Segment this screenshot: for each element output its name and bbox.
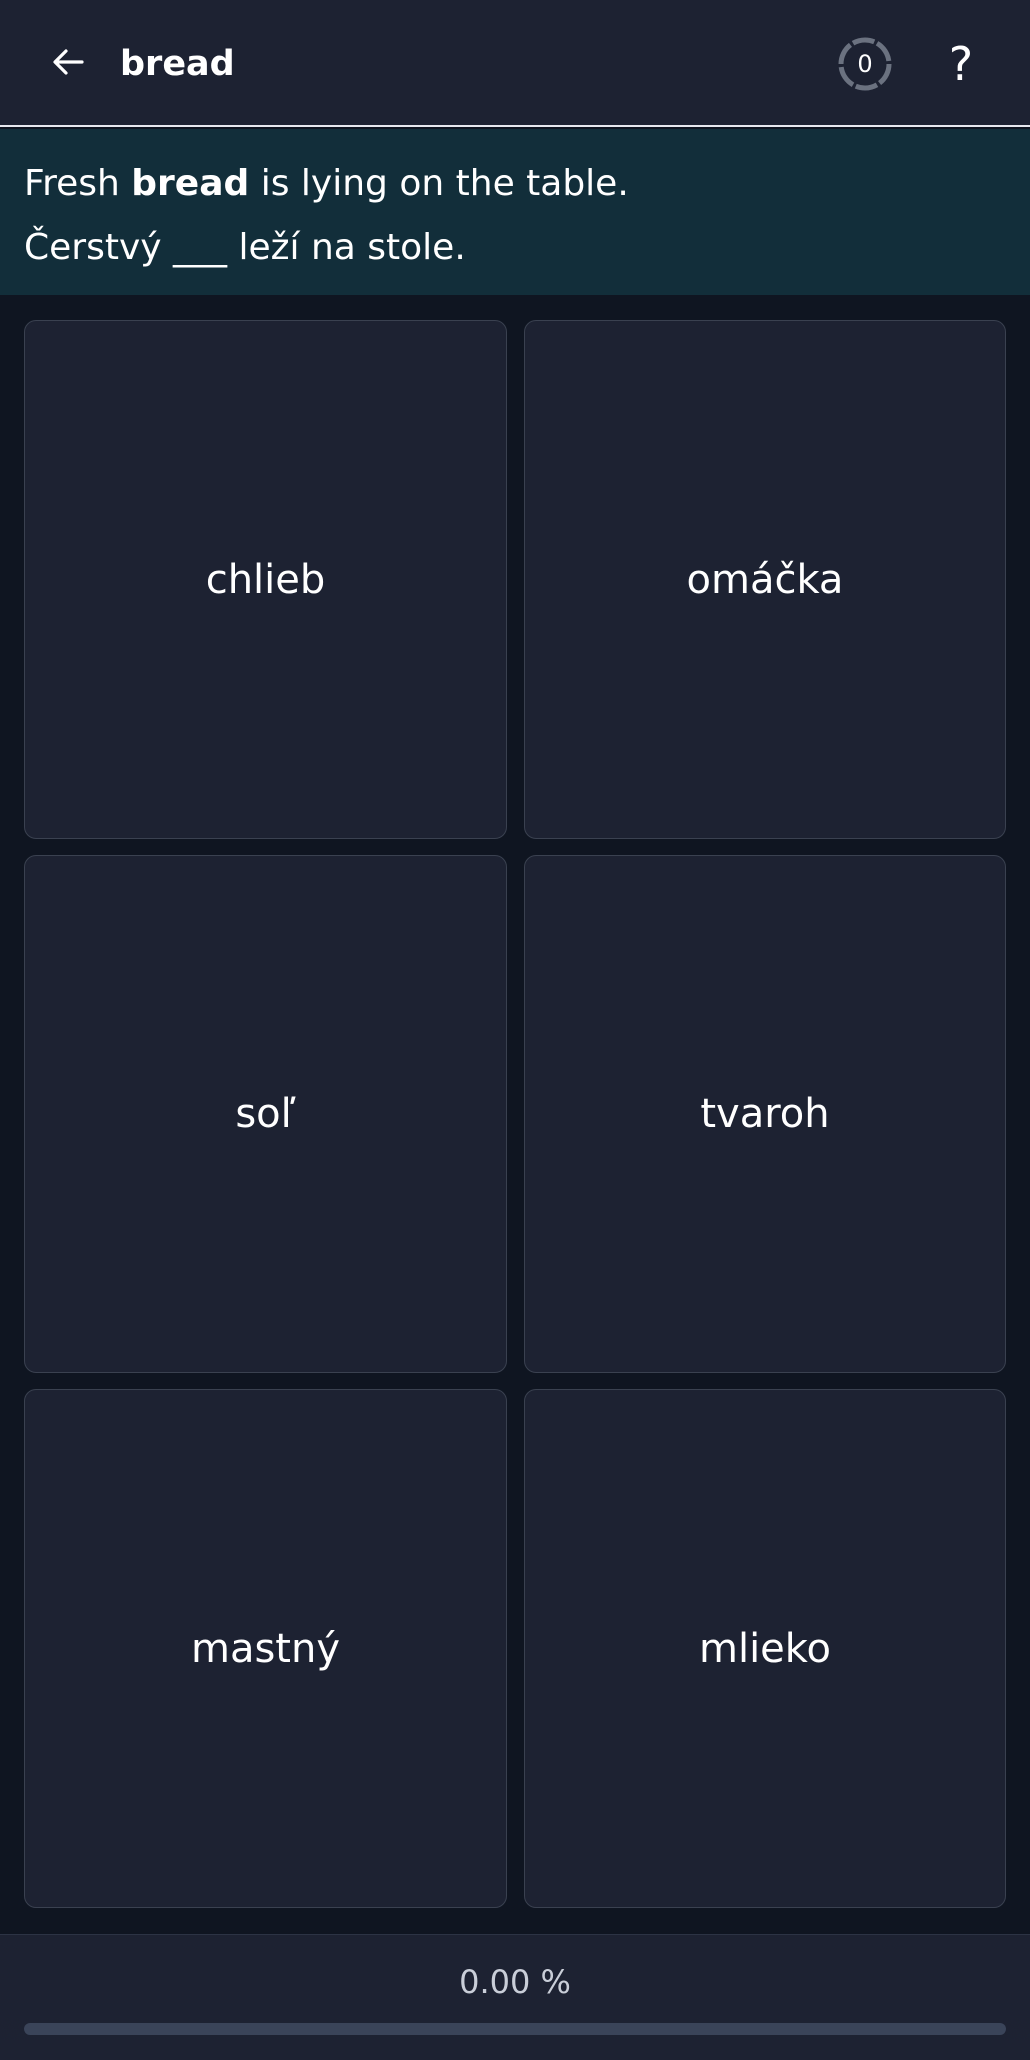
page-title: bread (120, 44, 235, 84)
progress-footer: 0.00 % (0, 1934, 1030, 2060)
help-button[interactable]: ? (935, 32, 987, 96)
progress-percent: 0.00 % (459, 1963, 571, 2001)
answer-option[interactable]: omáčka (524, 320, 1006, 839)
arrow-left-icon (53, 49, 84, 75)
english-sentence-after: is lying on the table. (249, 163, 629, 204)
answer-option[interactable]: mastný (24, 1389, 507, 1908)
counter-value: 0 (857, 50, 873, 78)
answer-options-grid: chlieb omáčka soľ tvaroh mastný mlieko (24, 320, 1006, 1909)
answer-option[interactable]: chlieb (24, 320, 507, 839)
score-counter: 0 (837, 36, 893, 92)
top-bar: bread 0 ? (0, 0, 1030, 127)
answer-option[interactable]: tvaroh (524, 855, 1006, 1373)
english-sentence: Fresh bread is lying on the table. (24, 159, 629, 209)
english-sentence-before: Fresh (24, 163, 132, 204)
answer-option[interactable]: soľ (24, 855, 507, 1373)
translation-sentence: Čerstvý ___ leží na stole. (24, 227, 466, 268)
answer-option[interactable]: mlieko (524, 1389, 1006, 1908)
english-keyword: bread (131, 163, 250, 204)
back-button[interactable] (40, 34, 96, 90)
progress-bar (24, 2023, 1006, 2035)
app-root: bread 0 ? Fresh bread is lying on the ta… (0, 0, 1030, 2060)
sentence-banner: Fresh bread is lying on the table. Čerst… (0, 129, 1030, 295)
